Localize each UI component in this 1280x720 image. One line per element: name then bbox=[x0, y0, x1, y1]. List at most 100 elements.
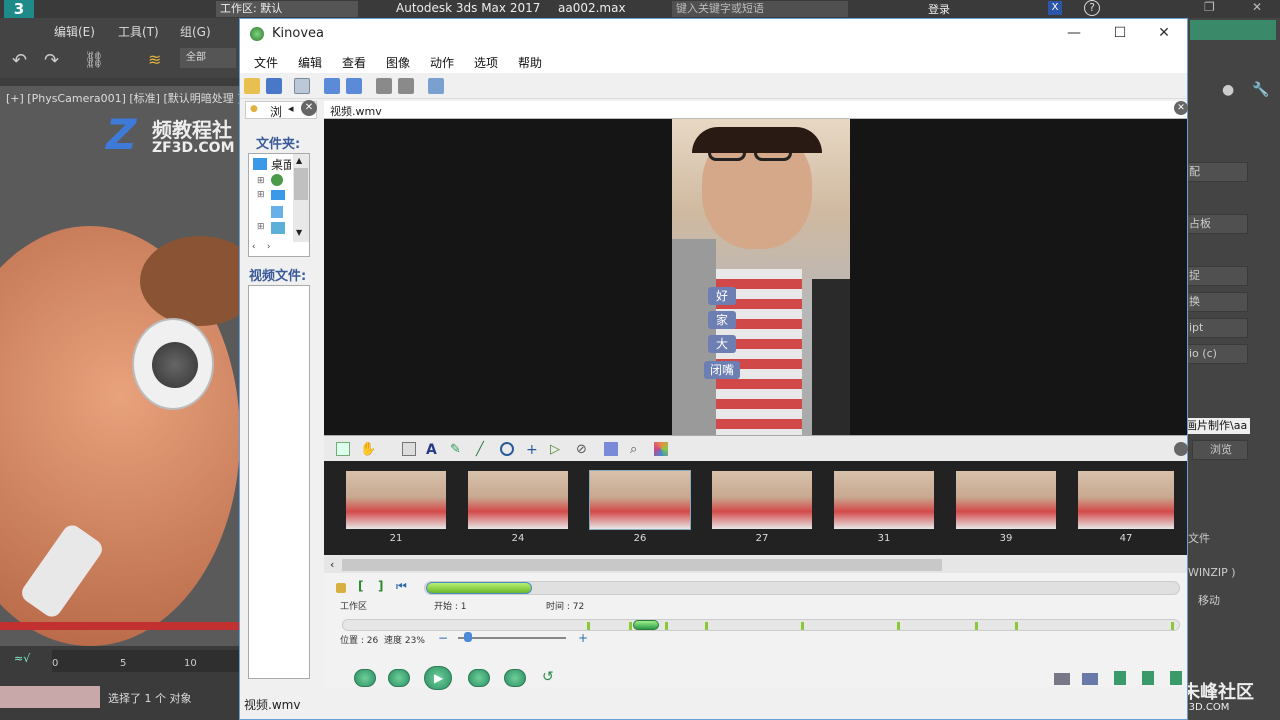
next-frame-button[interactable] bbox=[468, 669, 490, 687]
panel-button[interactable]: 占板 bbox=[1186, 214, 1248, 234]
keyframe-thumbnail[interactable] bbox=[834, 471, 934, 529]
timeline-track[interactable] bbox=[52, 650, 240, 672]
scroll-down-icon[interactable]: ▼ bbox=[296, 228, 302, 237]
maxscript-listener[interactable] bbox=[0, 686, 100, 708]
goto-start-icon[interactable]: ⏮ bbox=[396, 579, 407, 594]
max-search-input[interactable]: 键入关键字或短语 bbox=[672, 1, 848, 17]
grid-view-icon[interactable] bbox=[294, 78, 310, 94]
selection-filter-dropdown[interactable]: 全部 bbox=[180, 48, 236, 68]
help-icon[interactable]: ? bbox=[1084, 0, 1100, 16]
path-field[interactable]: 画片制作\aa bbox=[1186, 418, 1250, 434]
keyframe-scrollbar[interactable]: ‹ bbox=[324, 557, 1187, 573]
last-frame-button[interactable] bbox=[504, 669, 526, 687]
keyframe-thumbnail[interactable] bbox=[1078, 471, 1174, 529]
keyframe-thumbnail[interactable] bbox=[346, 471, 446, 529]
single-screen-icon[interactable] bbox=[324, 78, 340, 94]
keyframe-scroll-thumb[interactable] bbox=[342, 559, 942, 571]
panel-toggle-icon[interactable] bbox=[1174, 442, 1188, 456]
keyframe-thumbnail[interactable] bbox=[468, 471, 568, 529]
viewport-label[interactable]: [+] [PhysCamera001] [标准] [默认明暗处理 ] bbox=[6, 90, 240, 106]
menu-motion[interactable]: 动作 bbox=[430, 54, 454, 71]
utilities-icon[interactable]: 🔧 bbox=[1252, 82, 1269, 98]
keyframe-thumbnail[interactable] bbox=[712, 471, 812, 529]
circle-tool-icon[interactable] bbox=[500, 442, 514, 456]
save-icon[interactable] bbox=[266, 78, 282, 94]
tree-hscrollbar[interactable]: ‹ › bbox=[249, 242, 293, 256]
tree-expand-icon[interactable]: ⊞ bbox=[257, 222, 265, 232]
scroll-up-icon[interactable]: ▲ bbox=[296, 156, 302, 165]
export-video-icon[interactable] bbox=[1114, 671, 1126, 685]
line-tool-icon[interactable]: ╱ bbox=[476, 442, 490, 457]
max-close-icon[interactable]: ✕ bbox=[1252, 0, 1262, 14]
video-tag[interactable]: 大 bbox=[708, 335, 736, 353]
open-folder-icon[interactable] bbox=[244, 78, 260, 94]
position-track[interactable] bbox=[342, 619, 1180, 631]
max-logo-icon[interactable]: 3 bbox=[4, 0, 34, 18]
speed-slider-thumb[interactable] bbox=[464, 632, 472, 642]
max-viewport[interactable]: [+] [PhysCamera001] [标准] [默认明暗处理 ] Z 频教程… bbox=[0, 86, 240, 646]
menu-help[interactable]: 帮助 bbox=[518, 54, 542, 71]
menu-edit[interactable]: 编辑 bbox=[298, 54, 322, 71]
chrono-icon[interactable]: ⊘ bbox=[576, 442, 590, 457]
set-start-icon[interactable]: [ bbox=[358, 579, 363, 593]
capture-icon[interactable] bbox=[376, 78, 392, 94]
folder-tree[interactable]: 桌面 ⊞ ⊞ ⊞ ▲ ▼ ‹ › bbox=[248, 153, 310, 257]
max-menu-group[interactable]: 组(G) bbox=[180, 23, 211, 40]
bind-spacewarp-icon[interactable]: ≋ bbox=[148, 50, 161, 69]
cross-marker-icon[interactable]: + bbox=[526, 442, 540, 458]
redo-icon[interactable]: ↷ bbox=[44, 50, 59, 71]
tree-expand-icon[interactable]: ⊞ bbox=[257, 190, 265, 200]
save-movie-icon[interactable] bbox=[1170, 671, 1182, 685]
lock-icon[interactable] bbox=[336, 583, 346, 593]
panel-button[interactable]: 换 bbox=[1186, 292, 1248, 312]
magnifier-icon[interactable]: ⌕ bbox=[630, 442, 644, 457]
menu-file[interactable]: 文件 bbox=[254, 54, 278, 71]
browse-button[interactable]: 浏览 bbox=[1192, 440, 1248, 460]
panel-button[interactable]: 捉 bbox=[1186, 266, 1248, 286]
panel-button[interactable]: 配 bbox=[1186, 162, 1248, 182]
dual-screen-icon[interactable] bbox=[346, 78, 362, 94]
previous-frame-button[interactable] bbox=[388, 669, 410, 687]
scroll-left-icon[interactable]: ‹ bbox=[330, 558, 334, 571]
perspective-grid-icon[interactable] bbox=[604, 442, 618, 456]
close-panel-icon[interactable]: ✕ bbox=[301, 100, 317, 116]
tree-vscrollbar[interactable]: ▲ ▼ bbox=[293, 154, 309, 242]
video-tag[interactable]: 好 bbox=[708, 287, 736, 305]
max-login[interactable]: 登录 bbox=[928, 1, 950, 17]
link-icon[interactable]: ⛓ bbox=[84, 50, 104, 69]
undo-icon[interactable]: ↶ bbox=[12, 50, 27, 71]
comment-icon[interactable] bbox=[402, 442, 416, 456]
video-tag[interactable]: 闭嘴 bbox=[704, 361, 740, 379]
color-profile-icon[interactable] bbox=[654, 442, 668, 456]
max-restore-icon[interactable]: ❐ bbox=[1204, 0, 1215, 14]
tree-expand-icon[interactable]: ⊞ bbox=[257, 176, 265, 186]
max-menu-tools[interactable]: 工具(T) bbox=[118, 23, 159, 40]
export-diaporama-icon[interactable] bbox=[1142, 671, 1154, 685]
position-cursor[interactable] bbox=[633, 620, 659, 630]
keyframe-thumbnail[interactable] bbox=[956, 471, 1056, 529]
set-end-icon[interactable]: ] bbox=[378, 579, 383, 593]
text-tool-icon[interactable]: A bbox=[426, 442, 440, 458]
hierarchy-icon[interactable]: ● bbox=[1222, 82, 1234, 98]
loop-icon[interactable]: ↺ bbox=[542, 669, 554, 685]
close-video-icon[interactable]: ✕ bbox=[1174, 101, 1188, 115]
minimize-icon[interactable]: — bbox=[1064, 25, 1084, 41]
menu-options[interactable]: 选项 bbox=[474, 54, 498, 71]
scroll-thumb[interactable] bbox=[294, 168, 308, 200]
folder-root[interactable]: 桌面 bbox=[271, 156, 291, 173]
close-icon[interactable]: ✕ bbox=[1154, 25, 1174, 41]
workspace-dropdown[interactable]: 工作区: 默认 bbox=[216, 1, 358, 17]
tab-arrow-icon[interactable]: ◂ bbox=[288, 102, 294, 115]
workzone-selection[interactable] bbox=[426, 582, 532, 594]
speed-up-icon[interactable]: + bbox=[578, 631, 588, 645]
video-tag[interactable]: 家 bbox=[708, 311, 736, 329]
video-file-list[interactable] bbox=[248, 285, 310, 679]
snapshot-icon[interactable] bbox=[1054, 673, 1070, 685]
play-button[interactable]: ▶ bbox=[424, 666, 452, 690]
menu-view[interactable]: 查看 bbox=[342, 54, 366, 71]
speed-slider-track[interactable] bbox=[458, 637, 566, 639]
hand-tool-icon[interactable]: ✋ bbox=[360, 442, 376, 457]
pencil-icon[interactable]: ✎ bbox=[450, 442, 464, 457]
first-frame-button[interactable] bbox=[354, 669, 376, 687]
keyframe-thumbnail[interactable] bbox=[589, 470, 691, 530]
